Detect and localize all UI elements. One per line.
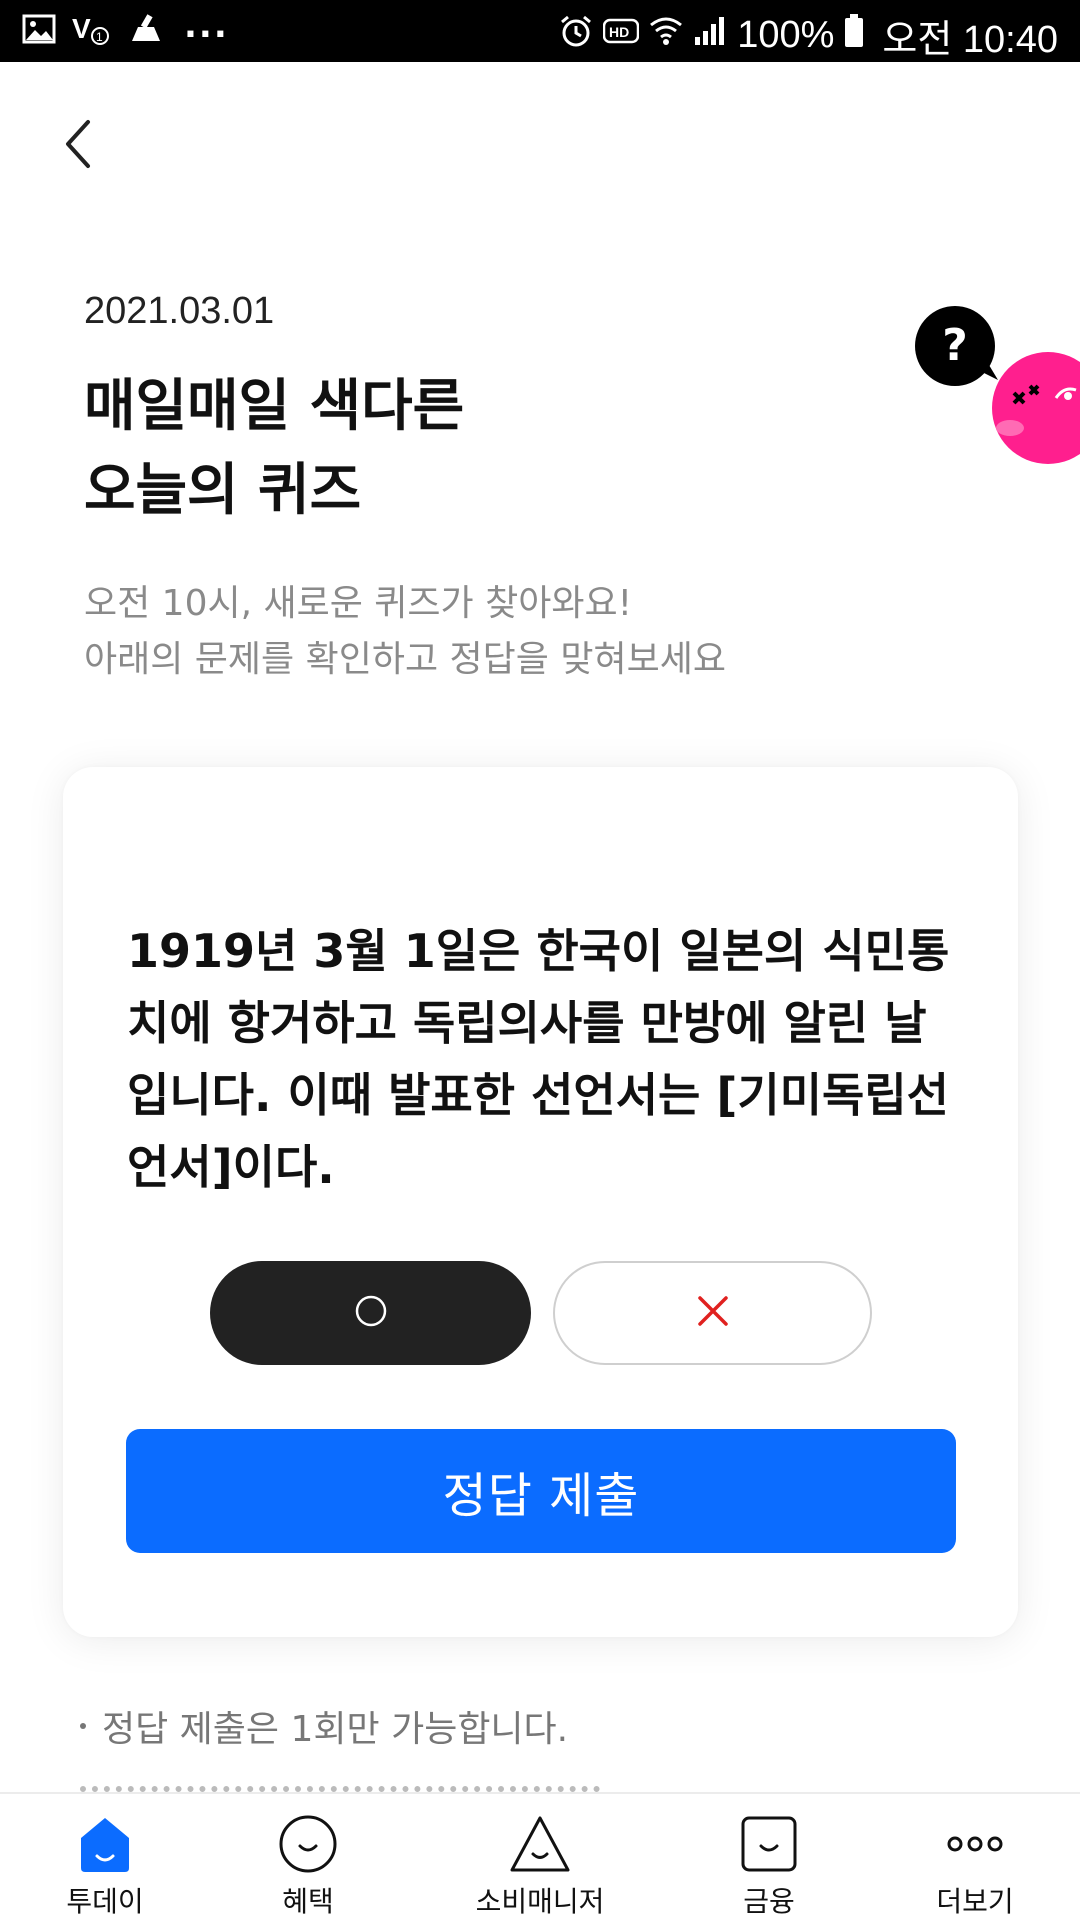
image-icon [22, 14, 56, 48]
question-line-4: 언서]이다. [127, 1140, 335, 1194]
title-line-2: 오늘의 퀴즈 [84, 458, 362, 523]
quiz-question: 1919년 3월 1일은 한국이 일본의 식민통 치에 항거하고 독립의사를 만… [127, 915, 957, 1203]
svg-text:1: 1 [96, 30, 103, 44]
notice-item: 정답 제출은 1회만 가능합니다. [80, 1700, 568, 1752]
alarm-icon [559, 14, 593, 57]
quiz-card: 1919년 3월 1일은 한국이 일본의 식민통 치에 항거하고 독립의사를 만… [63, 767, 1018, 1637]
title-line-1: 매일매일 색다른 [84, 374, 465, 439]
home-icon [73, 1812, 137, 1876]
status-left: V1 ... [22, 6, 229, 50]
wifi-icon [649, 15, 683, 56]
x-icon [695, 1293, 731, 1333]
triangle-face-icon [508, 1812, 572, 1876]
signal-icon [693, 15, 727, 56]
question-line-1: 1919년 3월 1일은 한국이 일본의 식민통 [127, 924, 950, 978]
page-subtitle: 오전 10시, 새로운 퀴즈가 찾아와요! 아래의 문제를 확인하고 정답을 맞… [84, 576, 726, 688]
submit-answer-button[interactable]: 정답 제출 [126, 1429, 956, 1553]
chevron-left-icon [58, 120, 98, 180]
svg-text:V: V [72, 13, 91, 44]
question-bubble-icon: ? [915, 306, 998, 386]
subtitle-line-1: 오전 10시, 새로운 퀴즈가 찾아와요! [84, 583, 633, 624]
notice-next-line-partial [80, 1780, 600, 1792]
square-face-icon [737, 1812, 801, 1876]
question-line-2: 치에 항거하고 독립의사를 만방에 알린 날 [127, 996, 927, 1050]
page-title: 매일매일 색다른 오늘의 퀴즈 [84, 365, 464, 533]
back-button[interactable] [58, 112, 114, 176]
nav-item-benefits[interactable]: 혜택 [263, 1794, 353, 1920]
nav-item-more[interactable]: 더보기 [925, 1794, 1025, 1920]
answer-x-button[interactable] [553, 1261, 872, 1365]
nav-item-spending-manager[interactable]: 소비매니저 [455, 1794, 625, 1920]
status-right: HD 100% 오전 10:40 [559, 8, 1058, 63]
question-line-3: 입니다. 이때 발표한 선언서는 [기미독립선 [127, 1068, 949, 1122]
quiz-date: 2021.03.01 [84, 290, 275, 332]
battery-icon [844, 14, 864, 57]
bottom-nav: 투데이 혜택 소비매니저 금융 더보기 [0, 1792, 1080, 1920]
nav-label-spending-manager: 소비매니저 [475, 1885, 605, 1918]
smile-circle-icon [276, 1812, 340, 1876]
clock: 오전 10:40 [882, 19, 1058, 61]
nav-label-more: 더보기 [936, 1885, 1014, 1918]
nav-label-finance: 금융 [743, 1885, 795, 1918]
volte-icon: V1 [72, 12, 112, 50]
answer-o-button[interactable] [210, 1261, 531, 1365]
pink-character-icon [992, 352, 1080, 464]
quiz-mascot: ? [906, 298, 1080, 468]
nav-item-finance[interactable]: 금융 [724, 1794, 814, 1920]
bullet-icon [80, 1723, 86, 1729]
battery-percent: 100% [737, 14, 835, 56]
svg-text:?: ? [942, 320, 968, 371]
svg-text:HD: HD [609, 24, 629, 40]
overflow-dots: ... [184, 6, 229, 46]
cleaner-icon [128, 13, 168, 49]
nav-label-today: 투데이 [66, 1885, 144, 1918]
more-icon [943, 1812, 1007, 1876]
notice-text: 정답 제출은 1회만 가능합니다. [102, 1709, 569, 1750]
hd-icon: HD [602, 15, 640, 56]
nav-item-today[interactable]: 투데이 [60, 1794, 150, 1920]
nav-label-benefits: 혜택 [282, 1885, 334, 1918]
circle-icon [353, 1293, 389, 1333]
subtitle-line-2: 아래의 문제를 확인하고 정답을 맞혀보세요 [84, 639, 726, 680]
status-bar: V1 ... HD 100% 오전 10:40 [0, 0, 1080, 62]
